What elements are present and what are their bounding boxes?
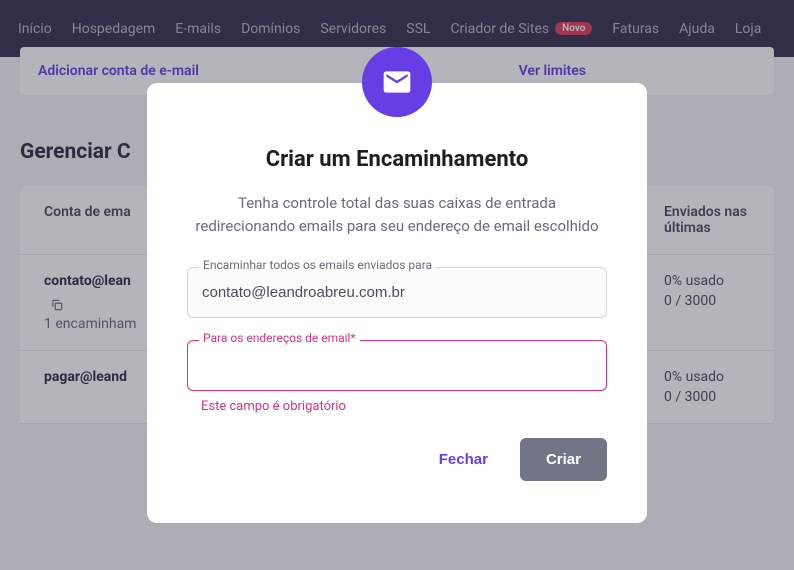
to-email-group: Para os endereços de email* xyxy=(187,340,607,391)
from-email-group: Encaminhar todos os emails enviados para xyxy=(187,267,607,318)
to-email-error: Este campo é obrigatório xyxy=(201,399,607,414)
create-button[interactable]: Criar xyxy=(520,438,607,481)
from-email-label: Encaminhar todos os emails enviados para xyxy=(199,258,436,272)
modal-description: Tenha controle total das suas caixas de … xyxy=(187,192,607,239)
modal-title: Criar um Encaminhamento xyxy=(187,147,607,172)
close-button[interactable]: Fechar xyxy=(415,439,512,480)
mail-icon xyxy=(362,47,432,117)
from-email-input[interactable] xyxy=(187,267,607,318)
modal-actions: Fechar Criar xyxy=(187,438,607,481)
to-email-label: Para os endereços de email* xyxy=(199,331,360,345)
to-email-input[interactable] xyxy=(187,340,607,391)
create-forwarding-modal: Criar um Encaminhamento Tenha controle t… xyxy=(147,83,647,523)
